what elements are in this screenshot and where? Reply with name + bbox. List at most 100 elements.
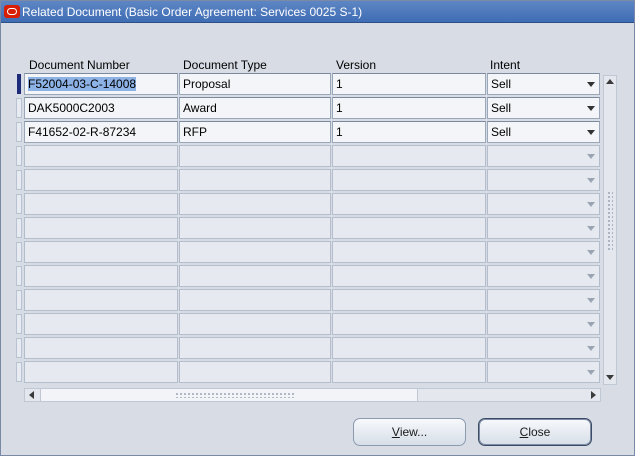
close-mnemonic: C [519,425,529,439]
title-bar[interactable]: Related Document (Basic Order Agreement:… [1,1,634,23]
cell-version[interactable] [332,265,486,287]
row-indicator[interactable] [16,146,22,166]
cell-version[interactable] [332,361,486,383]
row-indicator[interactable] [16,266,22,286]
cell-document-type[interactable] [179,193,331,215]
cell-document-type[interactable] [179,313,331,335]
table-row[interactable] [16,312,603,335]
cell-document-number-value: F52004-03-C-14008 [28,77,137,91]
scroll-right-arrow-icon[interactable] [591,391,596,399]
window-title: Related Document (Basic Order Agreement:… [22,5,363,19]
cell-document-type[interactable] [179,361,331,383]
cell-intent[interactable] [487,241,600,263]
view-button[interactable]: View... [353,418,466,446]
cell-version[interactable] [332,145,486,167]
header-document-type: Document Type [183,58,267,72]
table-row[interactable] [16,144,603,167]
table-row[interactable] [16,360,603,383]
cell-version[interactable]: 1 [332,97,486,119]
cell-document-number[interactable] [24,193,178,215]
cell-document-number[interactable] [24,313,178,335]
row-indicator[interactable] [16,290,22,310]
close-button[interactable]: Close [478,418,592,446]
cell-version-value: 1 [336,101,343,115]
cell-intent[interactable] [487,337,600,359]
cell-intent[interactable] [487,289,600,311]
cell-document-number[interactable] [24,337,178,359]
cell-document-number[interactable]: F41652-02-R-87234 [24,121,178,143]
cell-version[interactable] [332,337,486,359]
row-indicator[interactable] [16,218,22,238]
cell-intent[interactable] [487,217,600,239]
cell-version[interactable] [332,193,486,215]
view-mnemonic: V [391,425,400,439]
cell-document-number[interactable] [24,361,178,383]
cell-version[interactable]: 1 [332,73,486,95]
cell-document-type[interactable]: RFP [179,121,331,143]
cell-document-type[interactable] [179,241,331,263]
cell-intent[interactable]: Sell [487,121,600,143]
table-row[interactable] [16,168,603,191]
oracle-app-icon [4,5,20,18]
table-row[interactable]: F41652-02-R-87234 RFP 1 Sell [16,120,603,143]
scroll-down-arrow-icon[interactable] [606,375,614,380]
row-indicator[interactable] [17,74,21,94]
cell-version[interactable]: 1 [332,121,486,143]
cell-intent[interactable] [487,145,600,167]
scroll-left-arrow-icon[interactable] [29,391,34,399]
table-row[interactable] [16,264,603,287]
cell-intent[interactable]: Sell [487,97,600,119]
cell-intent[interactable] [487,313,600,335]
row-indicator[interactable] [16,362,22,382]
cell-document-type-value: RFP [183,125,207,139]
cell-document-type[interactable]: Award [179,97,331,119]
table-row[interactable] [16,240,603,263]
cell-document-type[interactable]: Proposal [179,73,331,95]
cell-document-type[interactable] [179,289,331,311]
row-indicator[interactable] [16,122,22,142]
row-indicator[interactable] [16,194,22,214]
cell-intent[interactable] [487,361,600,383]
cell-version[interactable] [332,313,486,335]
header-version: Version [336,58,377,72]
cell-document-type[interactable] [179,217,331,239]
row-indicator[interactable] [16,170,22,190]
row-indicator[interactable] [16,242,22,262]
cell-version[interactable] [332,217,486,239]
horizontal-scrollbar[interactable] [24,388,601,402]
cell-version[interactable] [332,241,486,263]
cell-document-type[interactable] [179,145,331,167]
cell-document-number[interactable] [24,241,178,263]
cell-document-number[interactable]: F52004-03-C-14008 [24,73,178,95]
header-document-number: Document Number [29,58,130,72]
table-row[interactable]: DAK5000C2003 Award 1 Sell [16,96,603,119]
cell-document-number[interactable] [24,217,178,239]
cell-document-number[interactable]: DAK5000C2003 [24,97,178,119]
vertical-scrollbar[interactable] [603,75,617,385]
scroll-grip [175,392,295,398]
table-row[interactable]: F52004-03-C-14008 Proposal 1 Sell [16,72,603,95]
row-indicator[interactable] [16,314,22,334]
cell-document-type[interactable] [179,337,331,359]
table-row[interactable] [16,216,603,239]
cell-document-number[interactable] [24,265,178,287]
cell-intent[interactable] [487,169,600,191]
row-indicator[interactable] [16,98,22,118]
cell-version[interactable] [332,289,486,311]
cell-document-number[interactable] [24,145,178,167]
table-row[interactable] [16,288,603,311]
cell-document-type[interactable] [179,169,331,191]
cell-intent[interactable] [487,193,600,215]
cell-document-number[interactable] [24,169,178,191]
table-row[interactable] [16,192,603,215]
cell-version[interactable] [332,169,486,191]
table-row[interactable] [16,336,603,359]
cell-document-type[interactable] [179,265,331,287]
cell-intent-value: Sell [491,101,512,115]
row-indicator[interactable] [16,338,22,358]
cell-document-number[interactable] [24,289,178,311]
cell-intent[interactable]: Sell [487,73,600,95]
cell-intent[interactable] [487,265,600,287]
cell-intent-value: Sell [491,77,512,91]
scroll-up-arrow-icon[interactable] [606,79,614,84]
